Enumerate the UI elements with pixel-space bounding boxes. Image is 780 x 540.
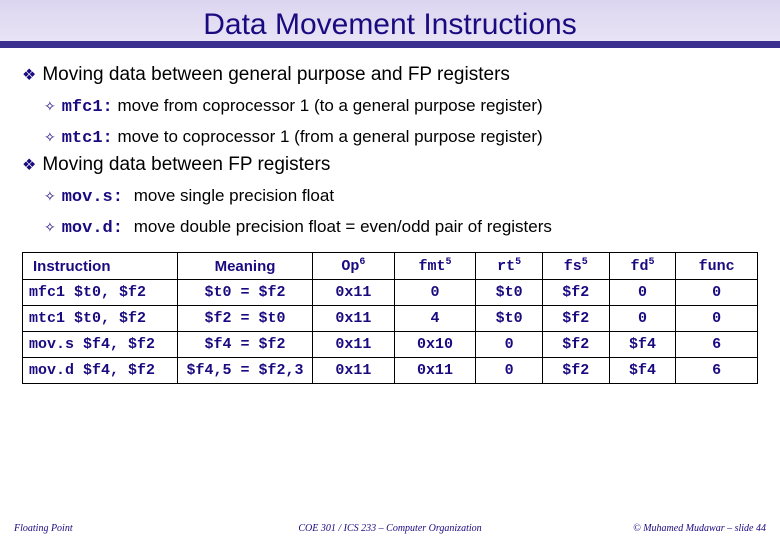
cell-fd: $f4 <box>609 358 676 384</box>
cell-fs: $f2 <box>542 358 609 384</box>
slide-title: Data Movement Instructions <box>0 8 780 42</box>
diamond-icon: ❖ <box>22 155 36 175</box>
cell-instr: mtc1 $t0, $f2 <box>23 306 178 332</box>
cell-fs: $f2 <box>542 332 609 358</box>
cell-rt: $t0 <box>476 280 543 306</box>
instruction-table-wrap: Instruction Meaning Op6 fmt5 rt5 fs5 fd5… <box>22 252 758 384</box>
footer-left: Floating Point <box>14 523 73 534</box>
table-row: mov.d $f4, $f2$f4,5 = $f2,30x110x110$f2$… <box>23 358 758 384</box>
cell-fmt: 0x10 <box>394 332 476 358</box>
cell-fd: $f4 <box>609 332 676 358</box>
cell-meaning: $f4,5 = $f2,3 <box>178 358 313 384</box>
cell-rt: 0 <box>476 332 543 358</box>
cell-rt: 0 <box>476 358 543 384</box>
keyword-mtc1: mtc1: <box>62 129 113 148</box>
bullet-2-text: Moving data between FP registers <box>42 154 330 176</box>
cell-instr: mov.d $f4, $f2 <box>23 358 178 384</box>
cell-func: 6 <box>676 332 758 358</box>
cell-func: 0 <box>676 280 758 306</box>
cell-op: 0x11 <box>313 280 395 306</box>
cell-instr: mov.s $f4, $f2 <box>23 332 178 358</box>
bullet-1a: ✧ mfc1: move from coprocessor 1 (to a ge… <box>44 96 758 117</box>
bullet-1: ❖ Moving data between general purpose an… <box>22 64 758 86</box>
cell-meaning: $t0 = $f2 <box>178 280 313 306</box>
footer: Floating Point COE 301 / ICS 233 – Compu… <box>0 523 780 534</box>
bullet-2: ❖ Moving data between FP registers <box>22 154 758 176</box>
cell-fmt: 0x11 <box>394 358 476 384</box>
bullet-1b: ✧ mtc1: move to coprocessor 1 (from a ge… <box>44 127 758 148</box>
instruction-table: Instruction Meaning Op6 fmt5 rt5 fs5 fd5… <box>22 252 758 384</box>
th-op: Op6 <box>313 253 395 280</box>
cell-op: 0x11 <box>313 358 395 384</box>
keyword-movd: mov.d: <box>62 219 134 238</box>
th-instruction: Instruction <box>23 253 178 280</box>
cell-rt: $t0 <box>476 306 543 332</box>
cell-fmt: 4 <box>394 306 476 332</box>
table-row: mov.s $f4, $f2$f4 = $f20x110x100$f2$f46 <box>23 332 758 358</box>
cell-op: 0x11 <box>313 332 395 358</box>
th-rt: rt5 <box>476 253 543 280</box>
table-header-row: Instruction Meaning Op6 fmt5 rt5 fs5 fd5… <box>23 253 758 280</box>
cell-meaning: $f2 = $t0 <box>178 306 313 332</box>
cell-func: 0 <box>676 306 758 332</box>
content-area: ❖ Moving data between general purpose an… <box>0 48 780 238</box>
bullet-1a-text: mfc1: move from coprocessor 1 (to a gene… <box>62 96 543 117</box>
title-band: Data Movement Instructions <box>0 0 780 48</box>
cell-meaning: $f4 = $f2 <box>178 332 313 358</box>
bullet-1b-text: mtc1: move to coprocessor 1 (from a gene… <box>62 127 543 148</box>
cell-fd: 0 <box>609 306 676 332</box>
keyword-movs: mov.s: <box>62 188 134 207</box>
bullet-1-text: Moving data between general purpose and … <box>42 64 510 86</box>
th-meaning: Meaning <box>178 253 313 280</box>
cell-fmt: 0 <box>394 280 476 306</box>
arrow-icon: ✧ <box>44 188 56 205</box>
cell-fd: 0 <box>609 280 676 306</box>
arrow-icon: ✧ <box>44 98 56 115</box>
arrow-icon: ✧ <box>44 219 56 236</box>
bullet-2a: ✧ mov.s: move single precision float <box>44 186 758 207</box>
th-fs: fs5 <box>542 253 609 280</box>
bullet-2b: ✧ mov.d: move double precision float = e… <box>44 217 758 238</box>
cell-op: 0x11 <box>313 306 395 332</box>
table-row: mfc1 $t0, $f2$t0 = $f20x110$t0$f200 <box>23 280 758 306</box>
cell-func: 6 <box>676 358 758 384</box>
arrow-icon: ✧ <box>44 129 56 146</box>
diamond-icon: ❖ <box>22 65 36 85</box>
cell-fs: $f2 <box>542 306 609 332</box>
cell-fs: $f2 <box>542 280 609 306</box>
bullet-2b-text: move double precision float = even/odd p… <box>134 217 552 237</box>
th-fmt: fmt5 <box>394 253 476 280</box>
th-fd: fd5 <box>609 253 676 280</box>
table-row: mtc1 $t0, $f2$f2 = $t00x114$t0$f200 <box>23 306 758 332</box>
bullet-2a-text: move single precision float <box>134 186 334 206</box>
th-func: func <box>676 253 758 280</box>
footer-right: © Muhamed Mudawar – slide 44 <box>633 523 766 534</box>
keyword-mfc1: mfc1: <box>62 98 113 117</box>
table-body: mfc1 $t0, $f2$t0 = $f20x110$t0$f200mtc1 … <box>23 280 758 384</box>
cell-instr: mfc1 $t0, $f2 <box>23 280 178 306</box>
